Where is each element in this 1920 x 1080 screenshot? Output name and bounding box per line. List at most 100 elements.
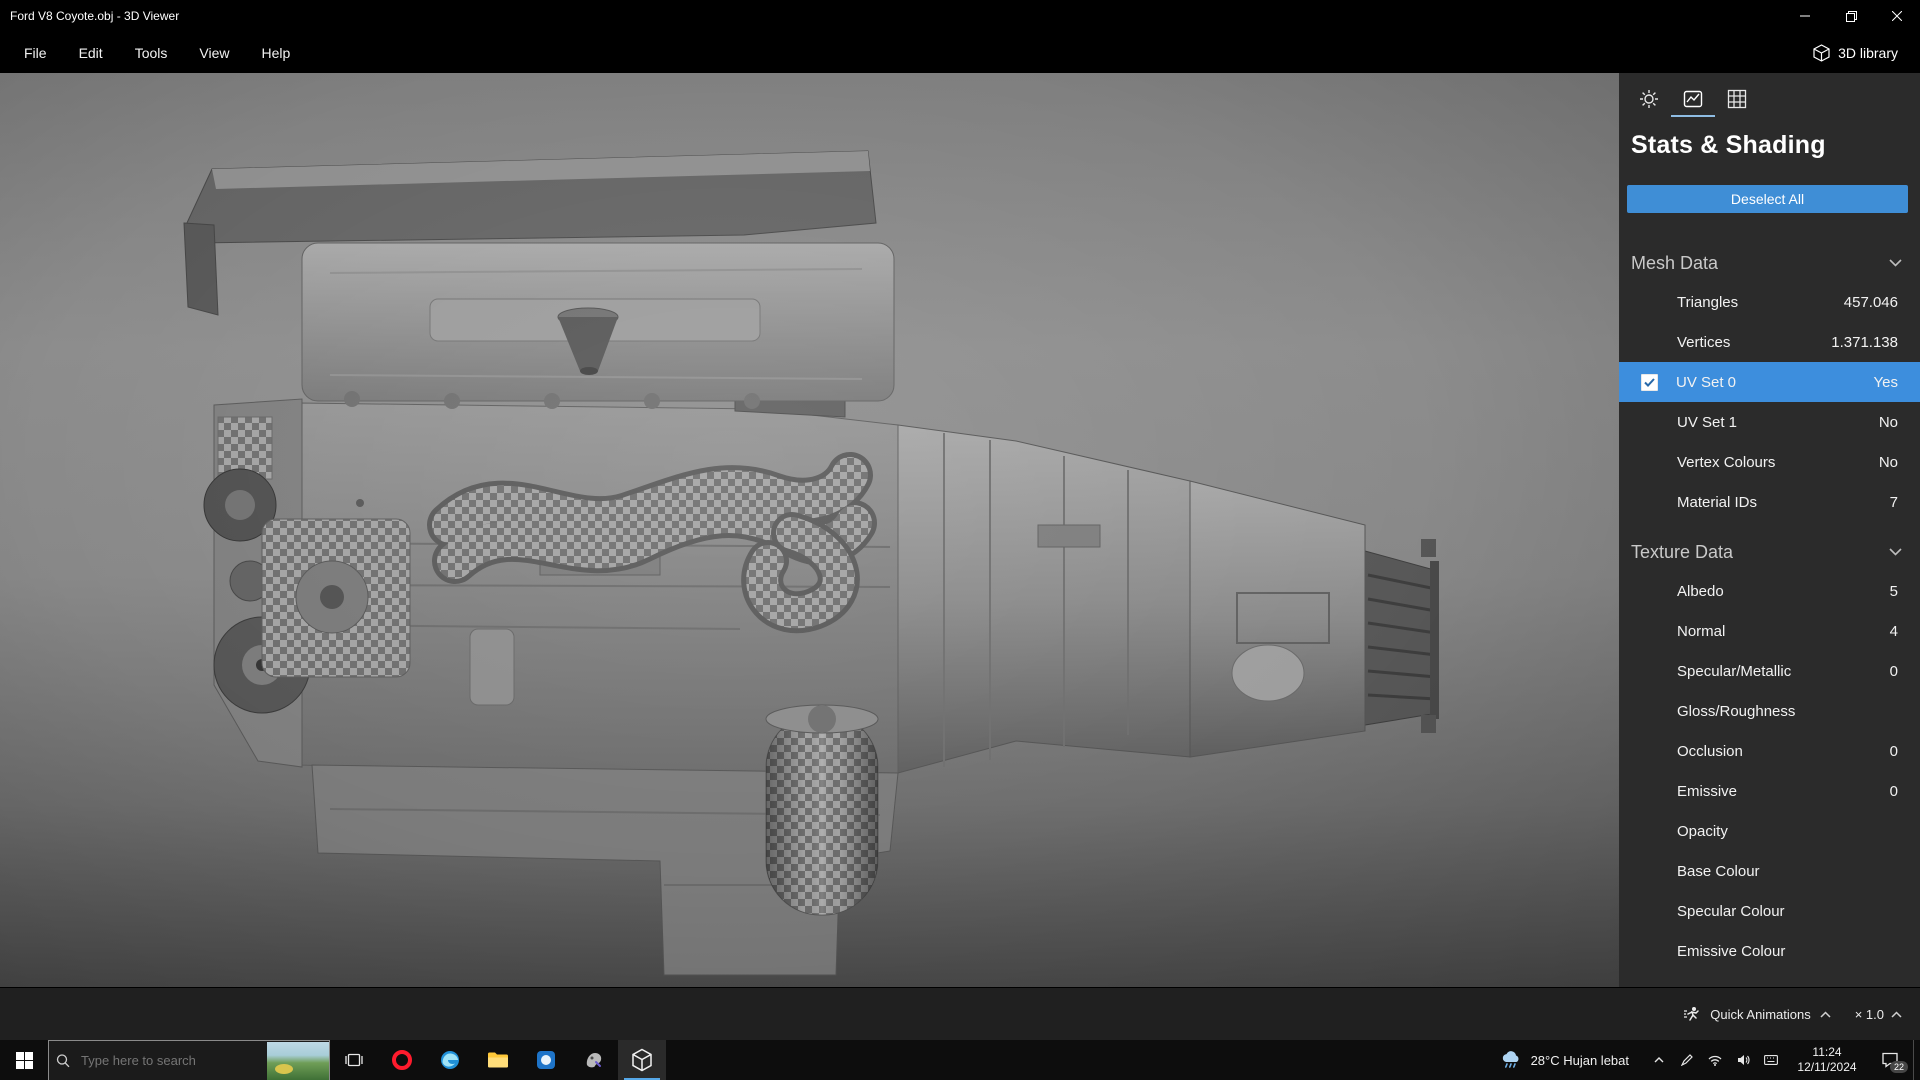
show-desktop-button[interactable] xyxy=(1913,1040,1920,1080)
texture-row-emissive[interactable]: Emissive 0 xyxy=(1619,771,1920,811)
taskbar-app-blue[interactable] xyxy=(522,1040,570,1080)
taskbar-app-gray[interactable] xyxy=(570,1040,618,1080)
texture-row-opacity[interactable]: Opacity xyxy=(1619,811,1920,851)
texture-row-base-colour[interactable]: Base Colour xyxy=(1619,851,1920,891)
pen-icon xyxy=(1681,1054,1693,1066)
notification-count-badge: 22 xyxy=(1889,1061,1908,1073)
3d-viewer-app: Ford V8 Coyote.obj - 3D Viewer File Edit… xyxy=(0,0,1920,1080)
minimize-button[interactable] xyxy=(1782,0,1828,32)
3d-viewport[interactable] xyxy=(0,73,1619,987)
texture-row-occlusion[interactable]: Occlusion 0 xyxy=(1619,731,1920,771)
menu-view[interactable]: View xyxy=(183,35,245,71)
row-value: 7 xyxy=(1889,493,1898,511)
3d-viewer-icon xyxy=(632,1048,652,1072)
main-area: Stats & Shading Deselect All Mesh Data T… xyxy=(0,73,1920,987)
row-value: 1.371.138 xyxy=(1831,333,1898,351)
uv-set-0-checkbox[interactable] xyxy=(1641,373,1658,391)
texture-data-header[interactable]: Texture Data xyxy=(1619,533,1920,571)
rain-cloud-icon xyxy=(1502,1051,1519,1068)
minimize-icon xyxy=(1800,15,1810,17)
menu-tools[interactable]: Tools xyxy=(119,35,184,71)
gray-app-icon xyxy=(586,1053,602,1068)
row-label: Specular Colour xyxy=(1677,902,1785,920)
cube-icon xyxy=(1813,43,1830,62)
mesh-data-header[interactable]: Mesh Data xyxy=(1619,244,1920,282)
animation-bar: Quick Animations × 1.0 xyxy=(0,987,1920,1040)
menu-edit[interactable]: Edit xyxy=(63,35,119,71)
mesh-row-material-ids[interactable]: Material IDs 7 xyxy=(1619,482,1920,522)
search-input[interactable] xyxy=(75,1053,267,1068)
taskbar-app-3d-viewer[interactable] xyxy=(618,1040,666,1080)
row-label: Triangles xyxy=(1677,293,1739,311)
hidden-icons-chevron[interactable] xyxy=(1647,1040,1671,1080)
action-center-button[interactable]: 22 xyxy=(1867,1040,1913,1080)
tab-stats-shading[interactable] xyxy=(1671,83,1715,117)
network-tray-icon[interactable] xyxy=(1703,1040,1727,1080)
row-value: 457.046 xyxy=(1843,293,1898,311)
deselect-all-button[interactable]: Deselect All xyxy=(1627,185,1908,213)
menu-help[interactable]: Help xyxy=(245,35,306,71)
row-label: Occlusion xyxy=(1677,742,1743,760)
texture-row-gloss-roughness[interactable]: Gloss/Roughness xyxy=(1619,691,1920,731)
row-value: 5 xyxy=(1889,582,1898,600)
texture-row-specular-metallic[interactable]: Specular/Metallic 0 xyxy=(1619,651,1920,691)
3d-library-button[interactable]: 3D library xyxy=(1797,36,1914,70)
texture-row-normal[interactable]: Normal 4 xyxy=(1619,611,1920,651)
row-value: 0 xyxy=(1889,782,1898,800)
row-label: Emissive Colour xyxy=(1677,942,1786,960)
quick-animations-button[interactable]: Quick Animations xyxy=(1683,1006,1831,1022)
taskbar-app-file-explorer[interactable] xyxy=(474,1040,522,1080)
row-label: Specular/Metallic xyxy=(1677,662,1792,680)
restore-button[interactable] xyxy=(1828,0,1874,32)
task-view-button[interactable] xyxy=(330,1040,378,1080)
chevron-up-icon xyxy=(1820,1010,1831,1018)
mesh-row-uv-set-1[interactable]: UV Set 1 No xyxy=(1619,402,1920,442)
mesh-row-vertices[interactable]: Vertices 1.371.138 xyxy=(1619,322,1920,362)
task-view-icon xyxy=(345,1053,363,1067)
taskbar-spacer xyxy=(666,1040,1486,1080)
row-label: UV Set 1 xyxy=(1677,413,1738,431)
system-tray xyxy=(1643,1040,1787,1080)
row-value: 0 xyxy=(1889,662,1898,680)
weather-widget[interactable]: 28°C Hujan lebat xyxy=(1486,1040,1643,1080)
row-label: Albedo xyxy=(1677,582,1724,600)
animation-speed-control[interactable]: × 1.0 xyxy=(1855,1007,1902,1022)
row-value: No xyxy=(1878,453,1898,471)
row-label: Emissive xyxy=(1677,782,1738,800)
texture-rows: Albedo 5 Normal 4 Specular/Metallic 0 Gl… xyxy=(1619,571,1920,971)
keyboard-tray-icon[interactable] xyxy=(1759,1040,1783,1080)
check-icon xyxy=(1644,377,1655,387)
taskbar-clock[interactable]: 11:24 12/11/2024 xyxy=(1787,1040,1867,1080)
mesh-row-uv-set-0[interactable]: UV Set 0 Yes xyxy=(1619,362,1920,402)
texture-row-specular-colour[interactable]: Specular Colour xyxy=(1619,891,1920,931)
mesh-row-vertex-colours[interactable]: Vertex Colours No xyxy=(1619,442,1920,482)
mesh-row-triangles[interactable]: Triangles 457.046 xyxy=(1619,282,1920,322)
row-label: Gloss/Roughness xyxy=(1677,702,1796,720)
clock-date: 12/11/2024 xyxy=(1797,1060,1857,1074)
grid-icon xyxy=(1727,89,1747,109)
row-label: Normal xyxy=(1677,622,1726,640)
taskbar-app-opera[interactable] xyxy=(378,1040,426,1080)
volume-tray-icon[interactable] xyxy=(1731,1040,1755,1080)
tab-environment[interactable] xyxy=(1627,83,1671,117)
row-label: Opacity xyxy=(1677,822,1728,840)
texture-row-emissive-colour[interactable]: Emissive Colour xyxy=(1619,931,1920,971)
menu-file[interactable]: File xyxy=(8,35,63,71)
opera-icon xyxy=(392,1050,412,1070)
edge-icon xyxy=(441,1051,459,1069)
close-button[interactable] xyxy=(1874,0,1920,32)
taskbar-app-edge[interactable] xyxy=(426,1040,474,1080)
texture-row-albedo[interactable]: Albedo 5 xyxy=(1619,571,1920,611)
start-button[interactable] xyxy=(0,1040,48,1080)
mesh-rows: Triangles 457.046 Vertices 1.371.138 UV … xyxy=(1619,282,1920,522)
animation-speed-label: × 1.0 xyxy=(1854,1006,1884,1022)
windows-taskbar: 28°C Hujan lebat xyxy=(0,1040,1920,1080)
title-bar[interactable]: Ford V8 Coyote.obj - 3D Viewer xyxy=(0,0,1920,32)
pen-tray-icon[interactable] xyxy=(1675,1040,1699,1080)
search-highlight-image[interactable] xyxy=(267,1041,329,1080)
chevron-down-icon xyxy=(1889,259,1902,267)
taskbar-search[interactable] xyxy=(48,1040,330,1080)
tab-grid[interactable] xyxy=(1715,83,1759,117)
file-explorer-icon xyxy=(488,1052,508,1068)
weather-label: 28°C Hujan lebat xyxy=(1530,1052,1629,1068)
